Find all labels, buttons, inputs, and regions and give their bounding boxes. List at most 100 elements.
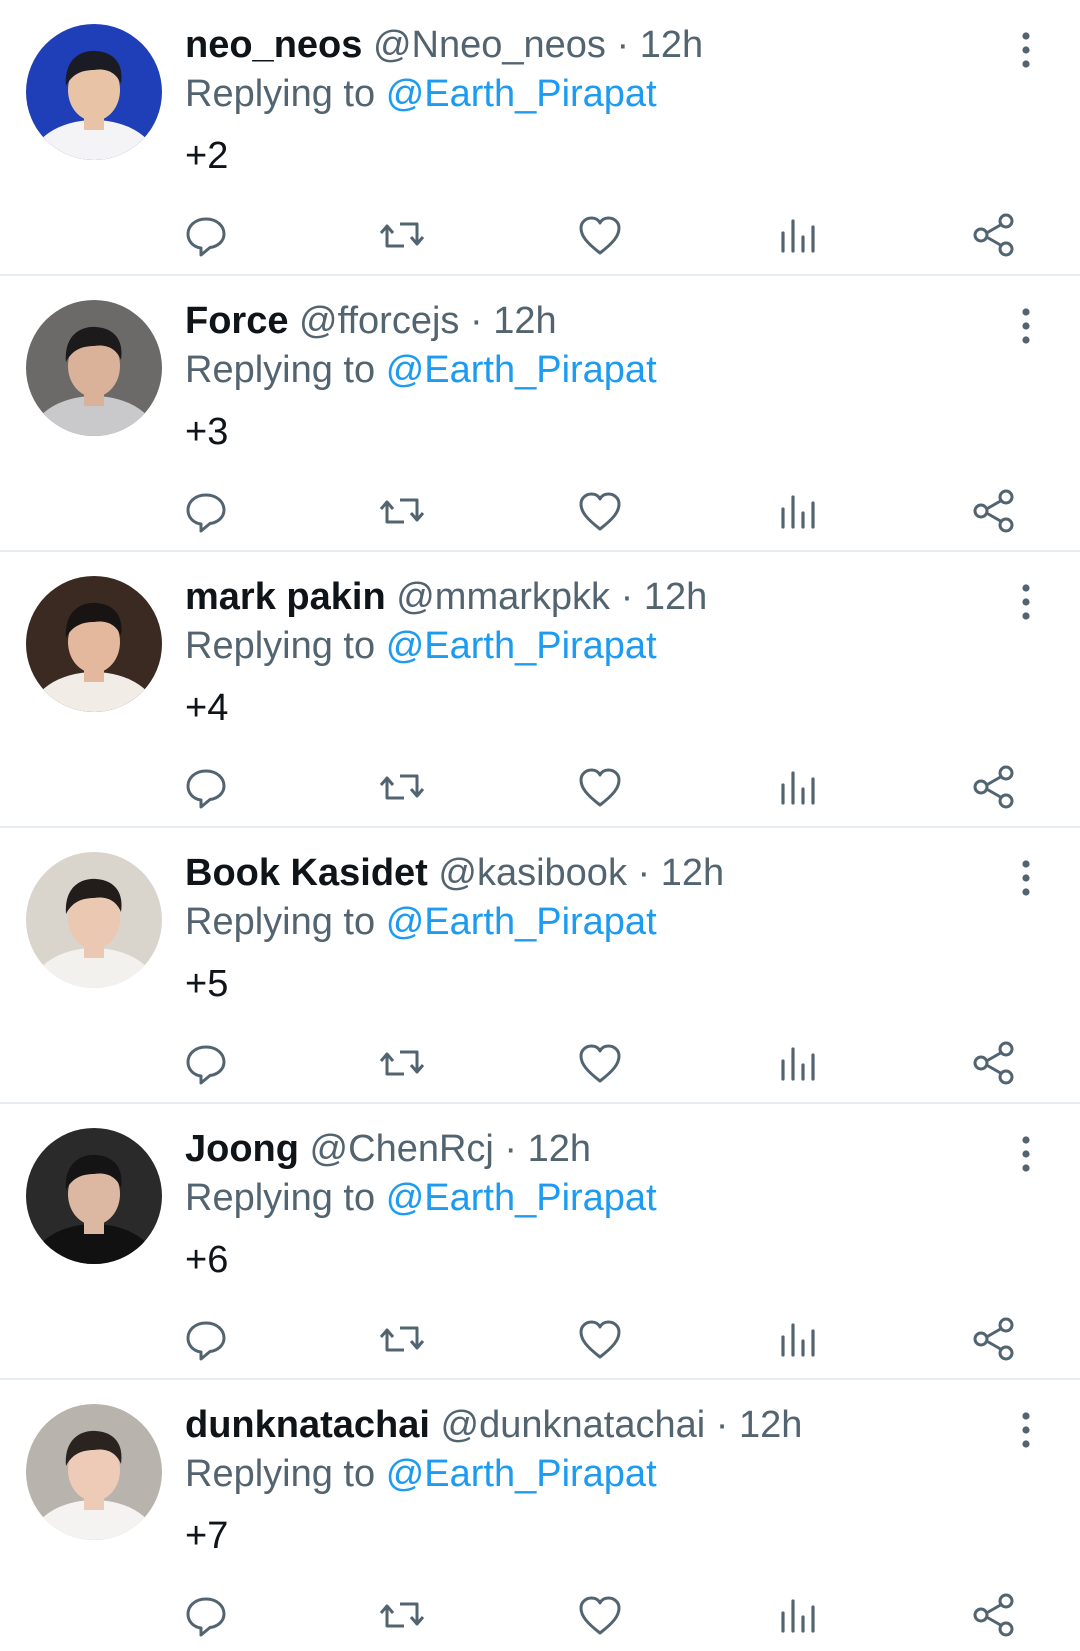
reply-bubble-icon [186,493,226,533]
more-options-button[interactable] [1014,1134,1038,1174]
avatar[interactable] [26,300,162,436]
display-name[interactable]: mark pakin [185,576,386,618]
share-button[interactable] [969,486,1019,536]
timestamp[interactable]: 12h [661,852,724,894]
replying-to-mention[interactable]: @Earth_Pirapat [386,73,657,115]
share-icon [973,213,1014,257]
replying-to-label: Replying to [185,349,376,391]
reply-button[interactable] [181,486,231,536]
avatar[interactable] [26,1128,162,1264]
more-options-button[interactable] [1014,858,1038,898]
reply-tweet[interactable]: Force @fforcejs · 12h Replying to @Earth… [0,276,1080,552]
timestamp[interactable]: 12h [644,576,707,618]
replying-to-mention[interactable]: @Earth_Pirapat [386,1453,657,1495]
user-handle[interactable]: @fforcejs [299,300,459,342]
retweet-button[interactable] [377,1314,427,1364]
replying-to-line: Replying to @Earth_Pirapat [185,68,657,120]
reply-button[interactable] [181,762,231,812]
avatar[interactable] [26,1404,162,1540]
tweet-header: Book Kasidet @kasibook · 12h [185,848,724,898]
user-handle[interactable]: @mmarkpkk [396,576,610,618]
tweet-text: +7 [185,1515,229,1557]
views-button[interactable] [773,1038,823,1088]
share-button[interactable] [969,1038,1019,1088]
replying-to-mention[interactable]: @Earth_Pirapat [386,349,657,391]
avatar-photo [26,1128,162,1264]
replying-to-label: Replying to [185,625,376,667]
user-handle[interactable]: @kasibook [438,852,627,894]
retweet-icon [379,222,425,248]
avatar[interactable] [26,852,162,988]
timestamp[interactable]: 12h [528,1128,591,1170]
user-handle[interactable]: @ChenRcj [310,1128,494,1170]
views-chart-icon [781,219,815,253]
retweet-button[interactable] [377,486,427,536]
user-handle[interactable]: @dunknatachai [441,1404,706,1446]
reply-feed: neo_neos @Nneo_neos · 12h Replying to @E… [0,0,1080,1651]
views-button[interactable] [773,762,823,812]
share-button[interactable] [969,1314,1019,1364]
replying-to-mention[interactable]: @Earth_Pirapat [386,625,657,667]
display-name[interactable]: Joong [185,1128,299,1170]
replying-to-mention[interactable]: @Earth_Pirapat [386,1177,657,1219]
reply-tweet[interactable]: Book Kasidet @kasibook · 12h Replying to… [0,828,1080,1104]
replying-to-label: Replying to [185,1177,376,1219]
share-icon [973,1041,1014,1085]
separator-dot: · [715,1404,729,1446]
reply-button[interactable] [181,1314,231,1364]
share-button[interactable] [969,762,1019,812]
reply-button[interactable] [181,210,231,260]
display-name[interactable]: neo_neos [185,24,362,66]
replying-to-label: Replying to [185,1453,376,1495]
reply-tweet[interactable]: dunknatachai @dunknatachai · 12h Replyin… [0,1380,1080,1651]
retweet-button[interactable] [377,762,427,812]
timestamp[interactable]: 12h [739,1404,802,1446]
replying-to-line: Replying to @Earth_Pirapat [185,1172,657,1224]
more-options-button[interactable] [1014,306,1038,346]
display-name[interactable]: dunknatachai [185,1404,430,1446]
timestamp[interactable]: 12h [640,24,703,66]
reply-tweet[interactable]: neo_neos @Nneo_neos · 12h Replying to @E… [0,0,1080,276]
reply-button[interactable] [181,1038,231,1088]
retweet-button[interactable] [377,210,427,260]
like-button[interactable] [575,486,625,536]
retweet-icon [379,1050,425,1076]
like-button[interactable] [575,1590,625,1640]
avatar[interactable] [26,576,162,712]
views-button[interactable] [773,486,823,536]
views-chart-icon [781,1047,815,1081]
user-handle[interactable]: @Nneo_neos [373,24,606,66]
reply-bubble-icon [186,1321,226,1361]
more-options-button[interactable] [1014,30,1038,70]
like-button[interactable] [575,1038,625,1088]
reply-tweet[interactable]: Joong @ChenRcj · 12h Replying to @Earth_… [0,1104,1080,1380]
reply-button[interactable] [181,1590,231,1640]
retweet-button[interactable] [377,1038,427,1088]
views-button[interactable] [773,1314,823,1364]
reply-bubble-icon [186,217,226,257]
replying-to-line: Replying to @Earth_Pirapat [185,620,657,672]
display-name[interactable]: Book Kasidet [185,852,428,894]
more-options-button[interactable] [1014,582,1038,622]
more-vertical-icon [1022,860,1030,896]
tweet-text: +3 [185,411,229,453]
heart-icon [579,768,621,807]
views-button[interactable] [773,210,823,260]
timestamp[interactable]: 12h [493,300,556,342]
tweet-text: +6 [185,1239,229,1281]
display-name[interactable]: Force [185,300,288,342]
like-button[interactable] [575,762,625,812]
reply-tweet[interactable]: mark pakin @mmarkpkk · 12h Replying to @… [0,552,1080,828]
share-icon [973,765,1014,809]
views-button[interactable] [773,1590,823,1640]
replying-to-mention[interactable]: @Earth_Pirapat [386,901,657,943]
share-button[interactable] [969,1590,1019,1640]
tweet-actions [0,1590,1080,1640]
like-button[interactable] [575,1314,625,1364]
retweet-button[interactable] [377,1590,427,1640]
avatar[interactable] [26,24,162,160]
reply-bubble-icon [186,1045,226,1085]
more-options-button[interactable] [1014,1410,1038,1450]
like-button[interactable] [575,210,625,260]
share-button[interactable] [969,210,1019,260]
